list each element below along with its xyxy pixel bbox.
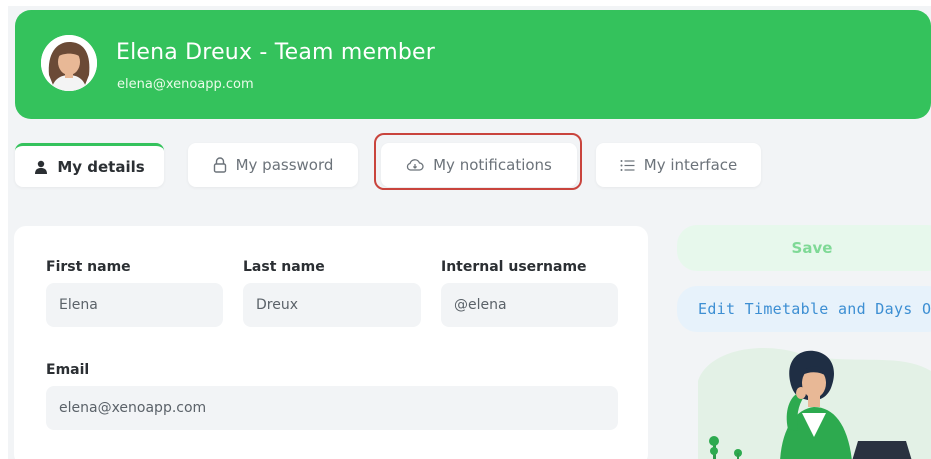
username-label: Internal username	[441, 259, 587, 275]
first-name-label: First name	[46, 259, 131, 275]
profile-page: Elena Dreux - Team member elena@xenoapp.…	[8, 6, 931, 459]
avatar	[41, 35, 97, 91]
lock-icon	[213, 157, 227, 173]
tab-label: My interface	[643, 156, 738, 174]
email-label: Email	[46, 362, 90, 378]
save-button[interactable]: Save	[677, 225, 931, 271]
tab-my-details[interactable]: My details	[15, 143, 164, 187]
username-field[interactable]	[441, 283, 618, 327]
email-field[interactable]	[46, 386, 618, 430]
tab-label: My password	[235, 156, 334, 174]
edit-timetable-button[interactable]: Edit Timetable and Days Off	[677, 286, 931, 332]
tab-label: My details	[57, 157, 145, 176]
last-name-field[interactable]	[243, 283, 421, 327]
first-name-field[interactable]	[46, 283, 223, 327]
highlight-box	[374, 133, 582, 190]
tab-my-password[interactable]: My password	[188, 143, 358, 187]
last-name-label: Last name	[243, 259, 325, 275]
profile-title: Elena Dreux - Team member	[116, 40, 435, 65]
profile-header: Elena Dreux - Team member elena@xenoapp.…	[15, 10, 931, 119]
woman-on-phone-illustration	[698, 341, 931, 459]
tab-my-interface[interactable]: My interface	[596, 143, 761, 187]
user-icon	[34, 160, 48, 174]
details-form: First name Last name Internal username E…	[14, 226, 648, 459]
profile-email: elena@xenoapp.com	[117, 77, 254, 92]
list-icon	[620, 159, 635, 172]
